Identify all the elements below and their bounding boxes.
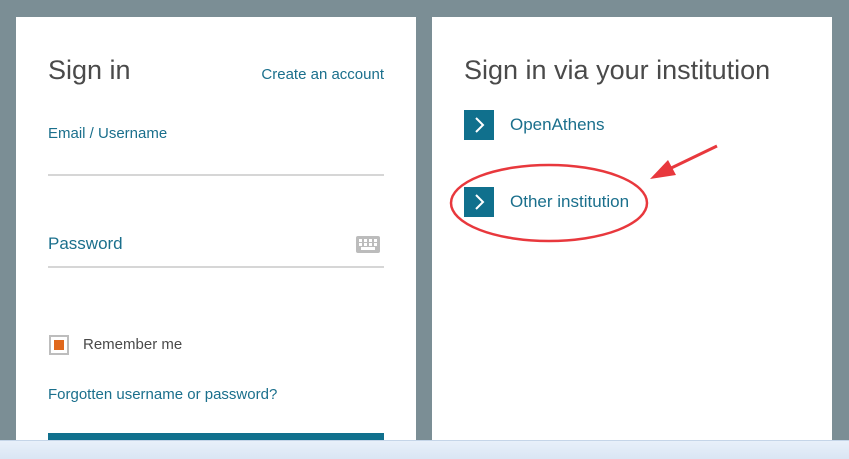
password-underline [48,266,384,268]
other-institution-label: Other institution [510,192,630,211]
remember-me-label: Remember me [83,336,183,353]
openathens-option[interactable]: OpenAthens [464,110,605,140]
remember-me-checkbox[interactable] [49,335,69,355]
page: Sign in Create an account Email / Userna… [0,0,849,459]
sign-in-title: Sign in [48,55,131,85]
checkbox-checked-mark [54,340,64,350]
institution-panel: Sign in via your institution OpenAthens … [432,17,832,447]
forgot-password-link[interactable]: Forgotten username or password? [48,386,277,403]
taskbar [0,440,849,459]
openathens-label: OpenAthens [510,115,605,134]
email-field[interactable] [48,150,384,176]
keyboard-icon[interactable] [356,236,380,253]
sign-in-panel: Sign in Create an account Email / Userna… [16,17,416,447]
email-label: Email / Username [48,125,168,142]
chevron-right-icon [464,187,494,217]
institution-title: Sign in via your institution [464,55,771,85]
create-account-link[interactable]: Create an account [261,66,384,83]
other-institution-option[interactable]: Other institution [464,187,629,217]
password-field[interactable] [48,242,348,268]
chevron-right-icon [464,110,494,140]
